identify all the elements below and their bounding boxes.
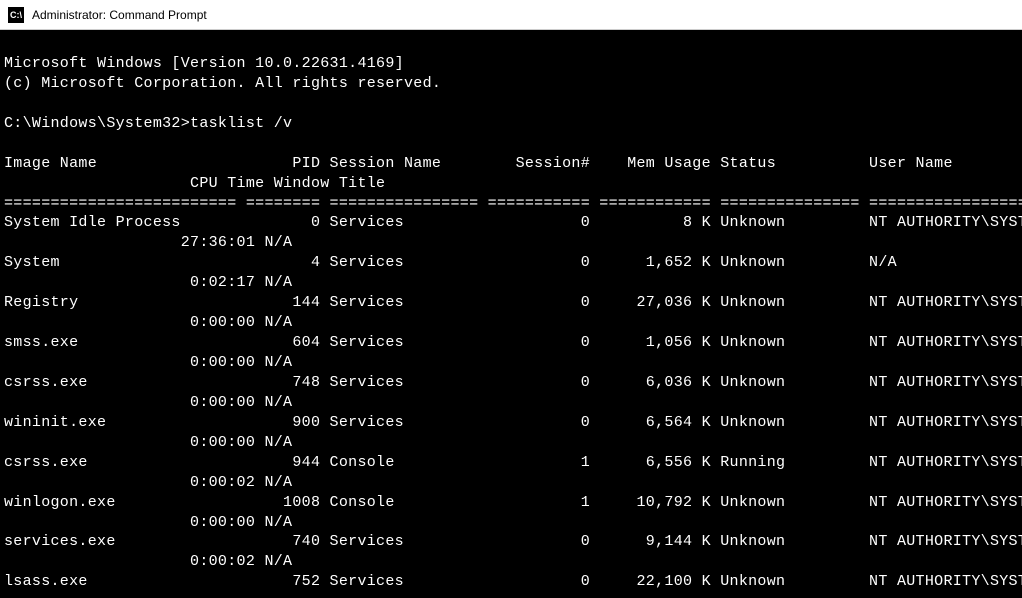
process-row: System 4 Services 0 1,652 K Unknown N/A [4, 254, 897, 271]
process-row-sub: 0:00:02 N/A [4, 553, 292, 570]
cmd-icon: C:\ [8, 7, 24, 23]
command-input: tasklist /v [190, 115, 292, 132]
window-title: Administrator: Command Prompt [32, 8, 207, 22]
process-row: wininit.exe 900 Services 0 6,564 K Unkno… [4, 414, 1022, 431]
process-row: System Idle Process 0 Services 0 8 K Unk… [4, 214, 1022, 231]
process-row-sub: 0:00:00 N/A [4, 434, 292, 451]
process-row-sub: 0:00:00 N/A [4, 314, 292, 331]
process-row: csrss.exe 748 Services 0 6,036 K Unknown… [4, 374, 1022, 391]
separator-line: ========================= ======== =====… [4, 195, 1022, 212]
window-title-bar[interactable]: C:\ Administrator: Command Prompt [0, 0, 1022, 30]
process-row-sub: 0:02:17 N/A [4, 274, 292, 291]
header-line-2: CPU Time Window Title [4, 175, 385, 192]
process-row: winlogon.exe 1008 Console 1 10,792 K Unk… [4, 494, 1022, 511]
process-row: csrss.exe 944 Console 1 6,556 K Running … [4, 454, 1022, 471]
prompt-path: C:\Windows\System32> [4, 115, 190, 132]
process-row-sub: 0:00:00 N/A [4, 354, 292, 371]
header-line-1: Image Name PID Session Name Session# Mem… [4, 155, 953, 172]
banner-copyright: (c) Microsoft Corporation. All rights re… [4, 75, 441, 92]
process-row: smss.exe 604 Services 0 1,056 K Unknown … [4, 334, 1022, 351]
process-row: services.exe 740 Services 0 9,144 K Unkn… [4, 533, 1022, 550]
process-row-sub: 27:36:01 N/A [4, 234, 292, 251]
banner-version: Microsoft Windows [Version 10.0.22631.41… [4, 55, 404, 72]
process-row: Registry 144 Services 0 27,036 K Unknown… [4, 294, 1022, 311]
process-row-sub: 0:00:00 N/A [4, 514, 292, 531]
process-row-sub: 0:00:00 N/A [4, 394, 292, 411]
process-row-sub: 0:00:02 N/A [4, 474, 292, 491]
process-row: lsass.exe 752 Services 0 22,100 K Unknow… [4, 573, 1022, 590]
terminal-output[interactable]: Microsoft Windows [Version 10.0.22631.41… [0, 30, 1022, 596]
